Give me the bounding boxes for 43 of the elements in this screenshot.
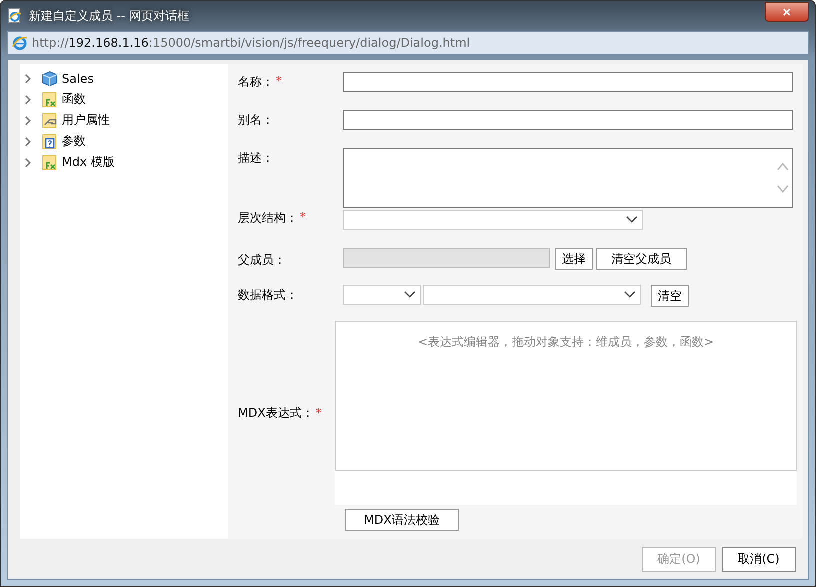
clear-button[interactable]: 清空 xyxy=(651,285,689,307)
description-field[interactable] xyxy=(343,148,793,208)
field-label: MDX表达式： xyxy=(238,404,314,422)
tree-item[interactable]: Mdx 模版 xyxy=(62,154,115,171)
field-label: 别名： xyxy=(238,112,274,129)
browser-icon xyxy=(12,35,28,51)
caret-icon xyxy=(624,291,636,299)
field-label: 描述： xyxy=(238,150,274,167)
expression-editor[interactable]: <表达式编辑器，拖动对象支持：维成员，参数，函数> xyxy=(335,321,797,471)
text-field[interactable] xyxy=(343,72,793,92)
expand-caret-icon[interactable] xyxy=(24,116,32,126)
text-field[interactable] xyxy=(343,110,793,130)
url-text: http://192.168.1.16:15000/smartbi/vision/js/freequery/dialog/Dialog.html xyxy=(32,36,470,50)
field-label: 层次结构： xyxy=(238,210,298,227)
form-button[interactable]: 选择 xyxy=(555,248,593,270)
field-label: 名称： xyxy=(238,74,274,91)
tree-item[interactable]: 函数 xyxy=(62,91,86,108)
hand-icon xyxy=(42,112,58,128)
tree-item[interactable]: Sales xyxy=(62,72,94,86)
scroll-arrows-icon xyxy=(777,160,789,196)
field-label: 数据格式： xyxy=(238,287,298,304)
caret-icon xyxy=(626,216,638,224)
window-title: 新建自定义成员 -- 网页对话框 xyxy=(29,8,190,24)
expand-caret-icon[interactable] xyxy=(24,136,32,146)
tree-item[interactable]: 用户属性 xyxy=(62,112,110,129)
function-icon xyxy=(42,154,58,170)
form-button[interactable]: 清空父成员 xyxy=(596,248,687,270)
required-mark: * xyxy=(300,210,306,226)
function-icon xyxy=(42,92,58,108)
expand-caret-icon[interactable] xyxy=(24,74,32,84)
cube-icon xyxy=(42,70,58,86)
dialog-button[interactable]: 取消(C) xyxy=(722,546,796,572)
expand-caret-icon[interactable] xyxy=(24,94,32,104)
caret-icon xyxy=(404,291,416,299)
page-icon xyxy=(7,8,23,24)
parameter-icon xyxy=(42,134,58,150)
field-label: 父成员： xyxy=(238,252,286,269)
expand-caret-icon[interactable] xyxy=(24,158,32,168)
validate-button[interactable]: MDX语法校验 xyxy=(345,509,459,531)
tree-item[interactable]: 参数 xyxy=(62,133,86,150)
required-mark: * xyxy=(316,406,322,420)
editor-placeholder: <表达式编辑器，拖动对象支持：维成员，参数，函数> xyxy=(418,334,714,351)
required-mark: * xyxy=(276,74,282,90)
